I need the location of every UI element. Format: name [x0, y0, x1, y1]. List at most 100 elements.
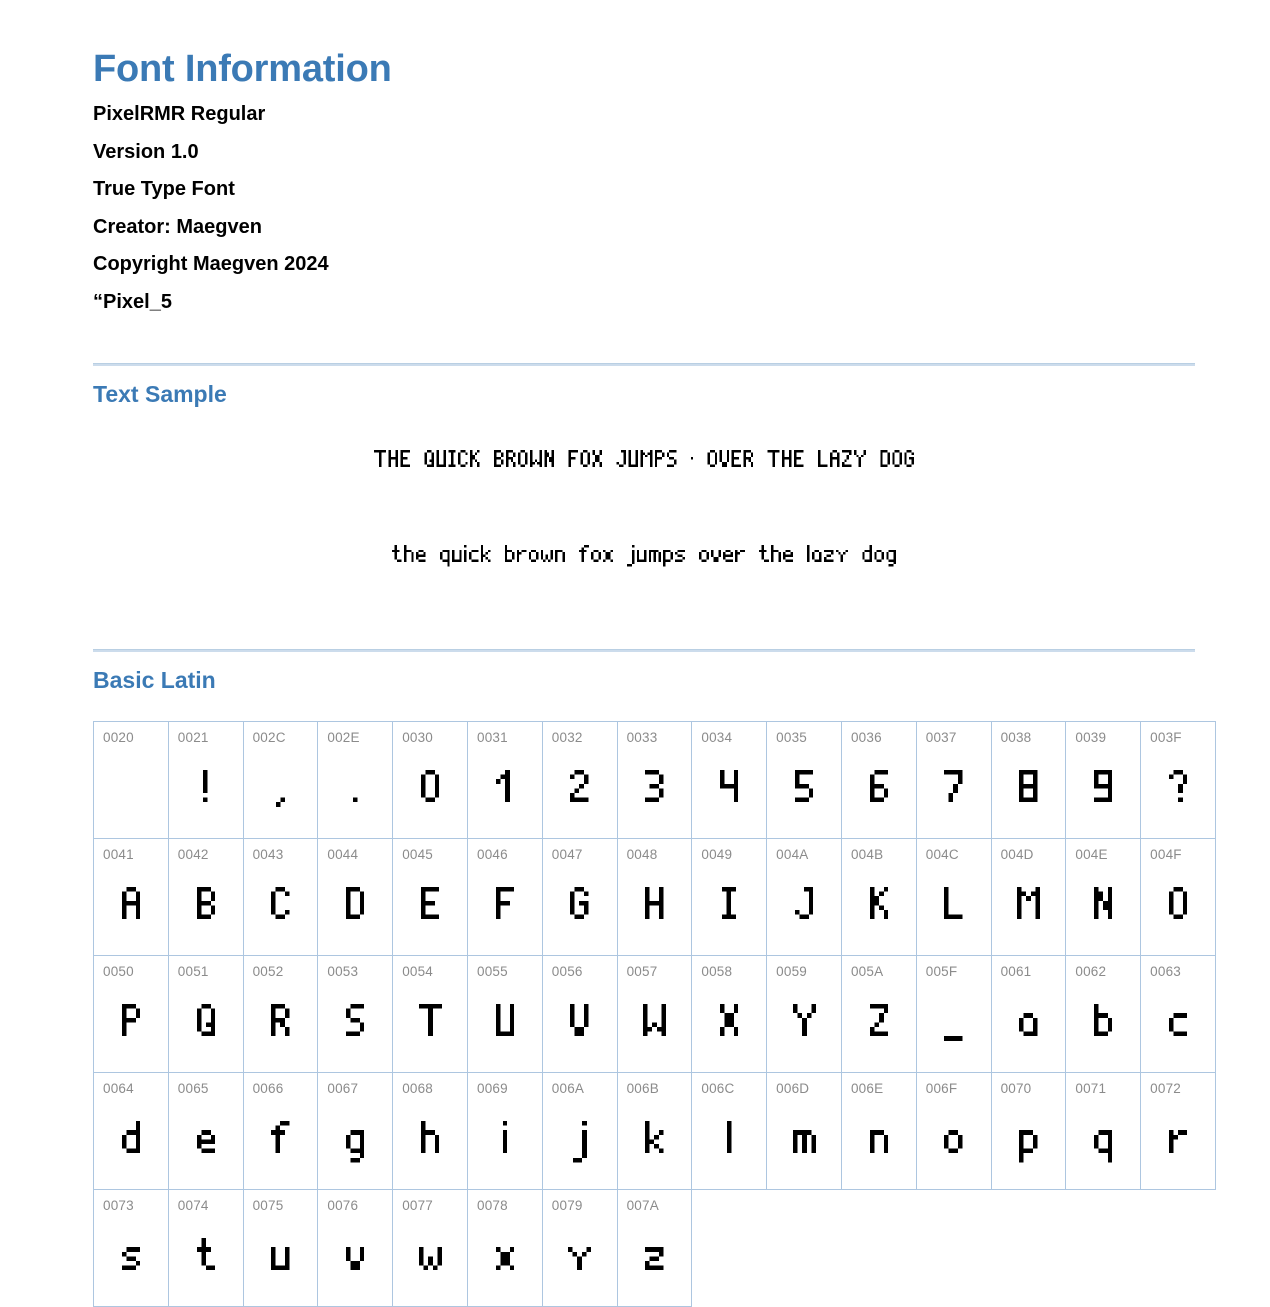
metadata-item-note: “Pixel_5	[93, 290, 172, 313]
glyph-table-wrapper: 0020 0021 002C 002E 0030 0031 0032 0033 0034 0035…	[93, 694, 1216, 1307]
glyph-cell[interactable]: 0058	[691, 955, 768, 1073]
glyph-cell[interactable]: 0043	[243, 838, 319, 956]
glyph-cell[interactable]: 0021	[168, 721, 244, 839]
glyph-cell[interactable]: 0031	[467, 721, 543, 839]
glyph-cell[interactable]: 0073	[93, 1189, 169, 1307]
glyph-cell[interactable]: 005A	[841, 955, 917, 1073]
glyph-preview	[767, 1103, 841, 1181]
glyph-preview	[1141, 752, 1215, 830]
glyph-cell[interactable]: 0067	[317, 1072, 394, 1190]
glyph-codepoint-label: 0064	[103, 1081, 134, 1096]
glyph-codepoint-label: 006C	[701, 1081, 735, 1096]
glyph-cell[interactable]: 0048	[617, 838, 693, 956]
glyph-cell[interactable]: 0034	[691, 721, 768, 839]
glyph-cell[interactable]: 0041	[93, 838, 169, 956]
glyph-cell[interactable]: 0054	[392, 955, 468, 1073]
glyph-cell[interactable]: 0057	[617, 955, 693, 1073]
glyph-cell[interactable]: 0070	[991, 1072, 1067, 1190]
glyph-cell[interactable]: 006A	[542, 1072, 618, 1190]
glyph-table-row: 0073 0074 0075 0076 0077 0078 0079 007A	[93, 1189, 1216, 1307]
glyph-codepoint-label: 002C	[252, 730, 286, 745]
glyph-cell[interactable]: 0049	[691, 838, 768, 956]
glyph-codepoint-label: 0068	[402, 1081, 434, 1096]
glyph-cell[interactable]: 002E	[317, 721, 394, 839]
glyph-cell[interactable]: 0055	[467, 955, 543, 1073]
glyph-cell[interactable]: 006C	[691, 1072, 768, 1190]
glyph-cell[interactable]: 0050	[93, 955, 169, 1073]
glyph-cell[interactable]: 0036	[841, 721, 917, 839]
glyph-cell[interactable]: 0074	[168, 1189, 244, 1307]
glyph-codepoint-label: 007A	[626, 1198, 659, 1213]
glyph-cell[interactable]: 0062	[1065, 955, 1142, 1073]
glyph-cell[interactable]: 004C	[916, 838, 992, 956]
glyph-cell[interactable]: 0068	[392, 1072, 468, 1190]
glyph-preview	[244, 1103, 318, 1181]
glyph-cell[interactable]: 0069	[467, 1072, 543, 1190]
glyph-preview	[468, 1103, 542, 1181]
glyph-cell[interactable]: 0066	[243, 1072, 319, 1190]
glyph-codepoint-label: 0078	[476, 1198, 508, 1213]
glyph-cell[interactable]: 004E	[1065, 838, 1142, 956]
glyph-preview	[468, 986, 542, 1064]
glyph-codepoint-label: 0056	[551, 964, 583, 979]
glyph-preview	[1066, 986, 1140, 1064]
glyph-cell[interactable]: 0053	[317, 955, 394, 1073]
glyph-preview	[169, 986, 243, 1064]
glyph-cell[interactable]: 0061	[991, 955, 1067, 1073]
glyph-cell[interactable]: 004F	[1140, 838, 1216, 956]
glyph-cell[interactable]: 0046	[467, 838, 543, 956]
glyph-cell[interactable]: 0038	[991, 721, 1067, 839]
glyph-cell[interactable]: 0033	[617, 721, 693, 839]
glyph-cell[interactable]: 0072	[1140, 1072, 1216, 1190]
glyph-cell[interactable]: 004D	[991, 838, 1067, 956]
glyph-cell[interactable]: 0078	[467, 1189, 543, 1307]
glyph-cell[interactable]: 0047	[542, 838, 618, 956]
glyph-cell[interactable]: 0076	[317, 1189, 394, 1307]
glyph-codepoint-label: 0059	[776, 964, 808, 979]
text-sample-block	[93, 408, 1195, 612]
metadata-item-format: True Type Font	[93, 178, 235, 200]
glyph-cell[interactable]: 006E	[841, 1072, 917, 1190]
glyph-preview	[244, 986, 318, 1064]
glyph-cell[interactable]: 0079	[542, 1189, 618, 1307]
glyph-cell[interactable]: 0051	[168, 955, 244, 1073]
glyph-cell[interactable]: 007A	[617, 1189, 693, 1307]
glyph-cell[interactable]: 0039	[1065, 721, 1142, 839]
glyph-cell[interactable]: 0056	[542, 955, 618, 1073]
glyph-cell[interactable]: 006B	[617, 1072, 693, 1190]
glyph-codepoint-label: 0052	[252, 964, 284, 979]
glyph-cell[interactable]: 006F	[916, 1072, 992, 1190]
glyph-cell[interactable]: 0044	[317, 838, 394, 956]
glyph-cell[interactable]: 0063	[1140, 955, 1216, 1073]
glyph-codepoint-label: 0074	[177, 1198, 209, 1213]
glyph-preview	[692, 986, 766, 1064]
glyph-cell[interactable]: 0037	[916, 721, 992, 839]
glyph-cell[interactable]: 0020	[93, 721, 169, 839]
glyph-cell[interactable]: 003F	[1140, 721, 1216, 839]
glyph-cell[interactable]: 006D	[766, 1072, 842, 1190]
glyph-codepoint-label: 0046	[476, 847, 508, 862]
page-title: Font Information	[93, 48, 392, 90]
glyph-codepoint-label: 004A	[776, 847, 809, 862]
glyph-codepoint-label: 0039	[1075, 730, 1107, 745]
glyph-cell[interactable]: 0065	[168, 1072, 244, 1190]
glyph-cell[interactable]: 0075	[243, 1189, 319, 1307]
glyph-cell[interactable]: 0052	[243, 955, 319, 1073]
glyph-cell[interactable]: 0030	[392, 721, 468, 839]
glyph-cell[interactable]: 005F	[916, 955, 992, 1073]
glyph-codepoint-label: 006E	[850, 1081, 884, 1096]
glyph-cell[interactable]: 0077	[392, 1189, 468, 1307]
glyph-cell[interactable]: 0045	[392, 838, 468, 956]
glyph-cell[interactable]: 0064	[93, 1072, 169, 1190]
glyph-cell[interactable]: 002C	[243, 721, 319, 839]
glyph-preview	[1141, 1103, 1215, 1181]
glyph-cell[interactable]: 0059	[766, 955, 842, 1073]
glyph-cell[interactable]: 004A	[766, 838, 842, 956]
glyph-cell[interactable]: 0035	[766, 721, 842, 839]
glyph-codepoint-label: 004B	[850, 847, 884, 862]
glyph-cell[interactable]: 0071	[1065, 1072, 1142, 1190]
glyph-cell[interactable]: 0042	[168, 838, 244, 956]
glyph-codepoint-label: 0035	[776, 730, 808, 745]
glyph-cell[interactable]: 004B	[841, 838, 917, 956]
glyph-cell[interactable]: 0032	[542, 721, 618, 839]
